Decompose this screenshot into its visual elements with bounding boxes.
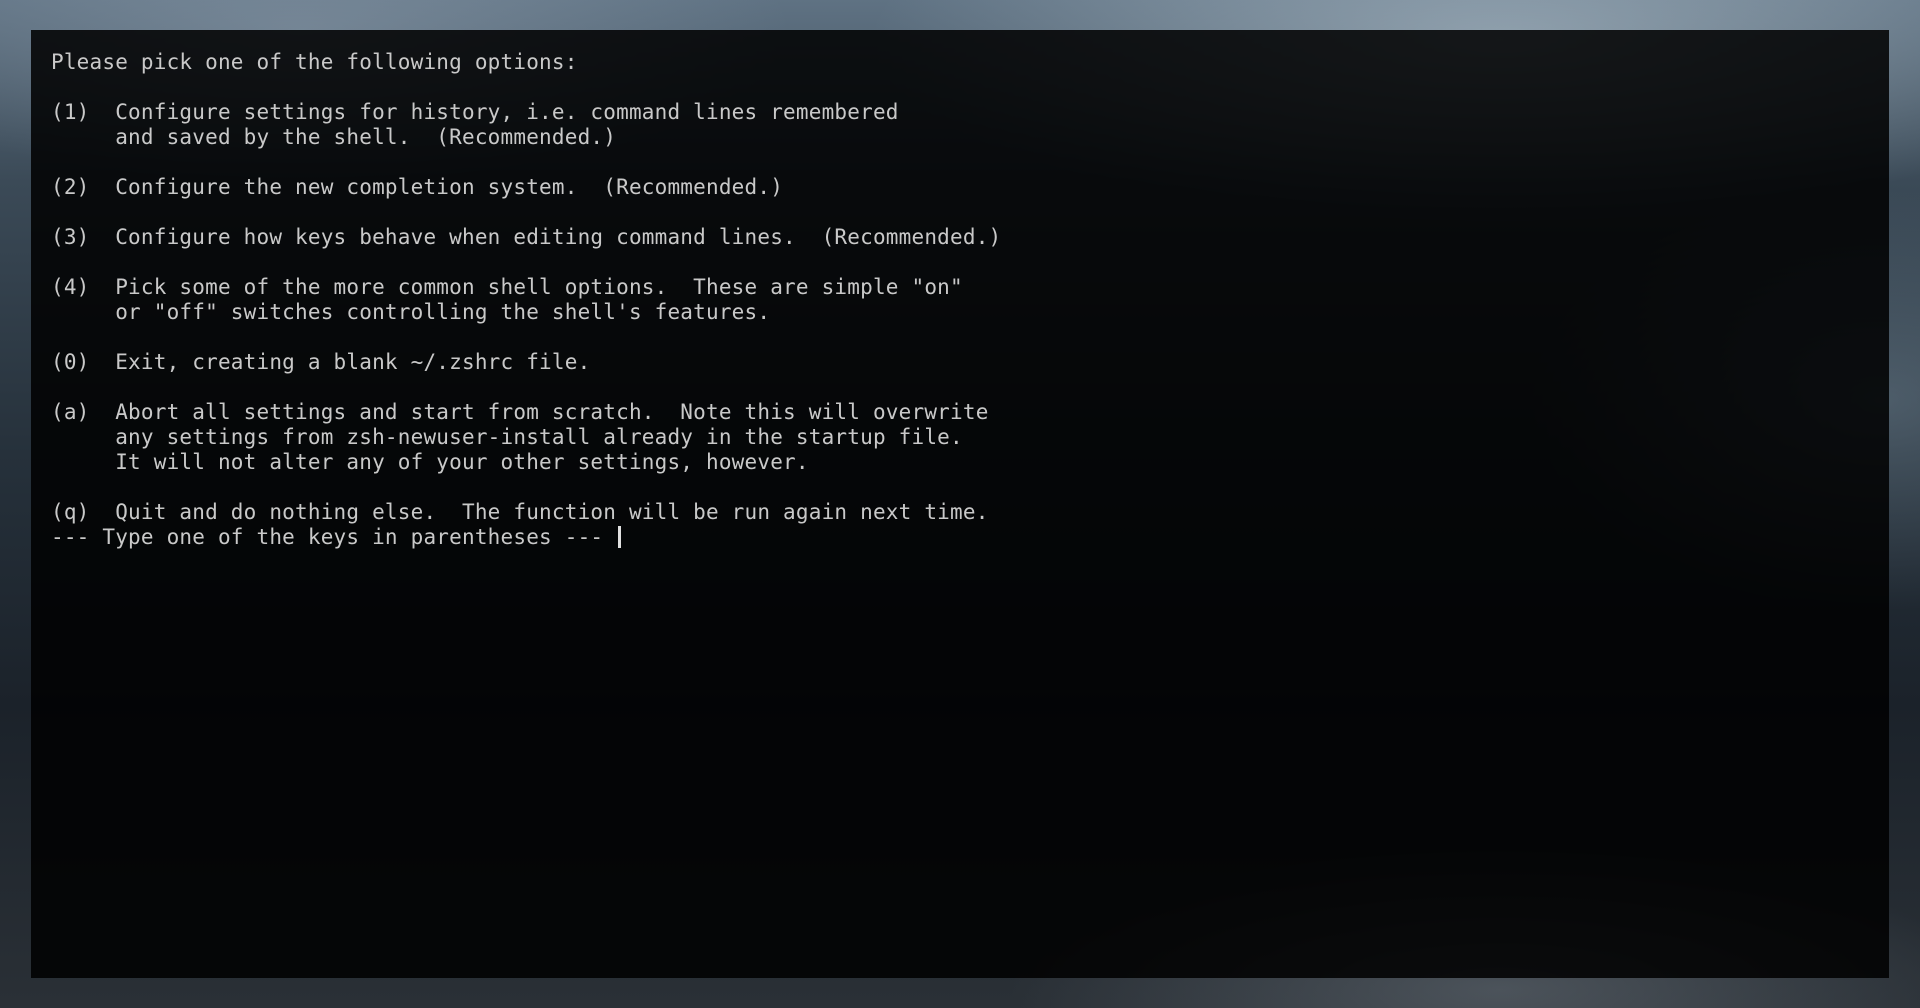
terminal-line: (2) Configure the new completion system.… bbox=[51, 175, 784, 199]
terminal-line: (1) Configure settings for history, i.e.… bbox=[51, 100, 899, 124]
terminal-line: (0) Exit, creating a blank ~/.zshrc file… bbox=[51, 350, 591, 374]
terminal-line: or "off" switches controlling the shell'… bbox=[51, 300, 771, 324]
terminal-line: and saved by the shell. (Recommended.) bbox=[51, 125, 617, 149]
terminal-line: It will not alter any of your other sett… bbox=[51, 450, 809, 474]
terminal-window[interactable]: Please pick one of the following options… bbox=[31, 30, 1889, 978]
terminal-line: (3) Configure how keys behave when editi… bbox=[51, 225, 1002, 249]
terminal-prompt-line[interactable]: --- Type one of the keys in parentheses … bbox=[51, 525, 1889, 550]
terminal-line: Please pick one of the following options… bbox=[51, 50, 578, 74]
text-cursor bbox=[618, 526, 622, 548]
terminal-line: any settings from zsh-newuser-install al… bbox=[51, 425, 963, 449]
terminal-line: (a) Abort all settings and start from sc… bbox=[51, 400, 989, 424]
terminal-line: (4) Pick some of the more common shell o… bbox=[51, 275, 963, 299]
terminal-line: (q) Quit and do nothing else. The functi… bbox=[51, 500, 989, 524]
terminal-prompt: --- Type one of the keys in parentheses … bbox=[51, 525, 617, 549]
